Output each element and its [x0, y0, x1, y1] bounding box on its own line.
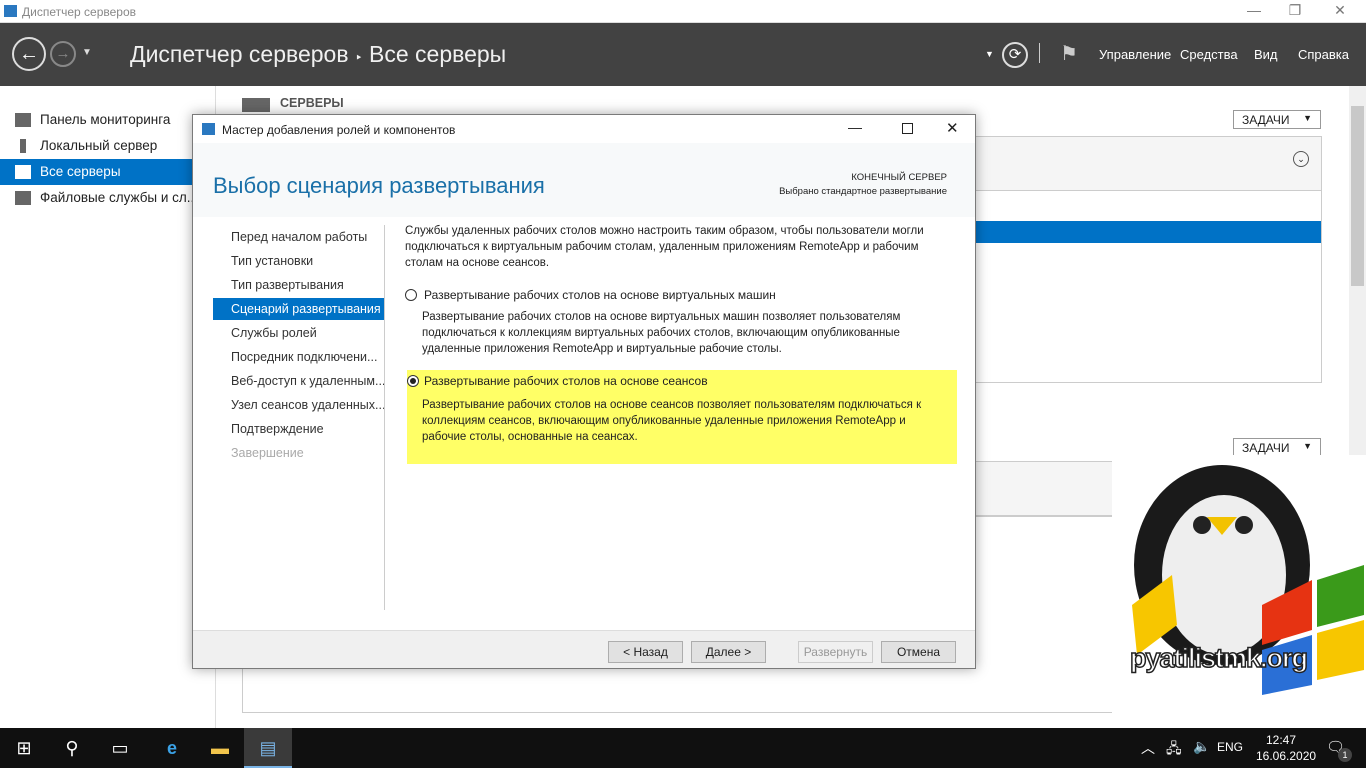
- window-titlebar: Диспетчер серверов — ❐ ✕: [0, 0, 1366, 23]
- server-icon: [20, 139, 26, 153]
- servers-icon: [15, 165, 31, 179]
- dialog-footer: < Назад Далее > Развернуть Отмена: [193, 630, 975, 668]
- back-arrow-icon[interactable]: ←: [12, 37, 46, 71]
- servers-section-icon: [242, 98, 270, 112]
- restore-button[interactable]: ❐: [1275, 2, 1315, 22]
- intro-text: Службы удаленных рабочих столов можно на…: [405, 225, 924, 269]
- window-title: Диспетчер серверов: [22, 5, 137, 19]
- dropdown-icon[interactable]: ▼: [985, 49, 994, 59]
- clock[interactable]: 12:47 16.06.2020: [1256, 732, 1317, 764]
- breadcrumb-root[interactable]: Диспетчер серверов: [130, 41, 349, 67]
- start-windows-icon[interactable]: ⊞: [0, 728, 48, 768]
- nav-session-host[interactable]: Узел сеансов удаленных...: [213, 394, 385, 416]
- nav-results: Завершение: [231, 446, 304, 460]
- option-session-desc: Развертывание рабочих столов на основе с…: [422, 399, 922, 443]
- dialog-minimize-button[interactable]: —: [848, 119, 862, 135]
- nav-web-access[interactable]: Веб-доступ к удаленным...: [213, 370, 385, 392]
- radio-vm[interactable]: [405, 289, 417, 301]
- nav-confirmation[interactable]: Подтверждение: [213, 418, 385, 440]
- internet-explorer-icon[interactable]: e: [148, 728, 196, 768]
- header-bar: ← → ▼ Диспетчер серверов ‣ Все серверы ▼…: [0, 23, 1366, 86]
- sidebar-item-all-servers[interactable]: Все серверы: [0, 159, 216, 185]
- taskbar: ⊞ ⚲ ▭ e ▬ ▤ ︿ 🖧 🔈 ENG 12:47 16.06.2020 🗨 …: [0, 728, 1366, 768]
- destination-label: КОНЕЧНЫЙ СЕРВЕР: [851, 172, 947, 183]
- breadcrumb: Диспетчер серверов ‣ Все серверы: [130, 41, 506, 68]
- penguin-logo-icon: [1132, 465, 1364, 695]
- dialog-maximize-button[interactable]: [902, 123, 913, 134]
- flag-icon[interactable]: ⚑: [1060, 41, 1078, 66]
- wizard-dialog: Мастер добавления ролей и компонентов — …: [192, 114, 976, 669]
- expand-icon[interactable]: ⌄: [1293, 151, 1309, 167]
- file-services-icon: [15, 191, 31, 205]
- destination-server: КОНЕЧНЫЙ СЕРВЕР Выбрано стандартное разве…: [779, 171, 947, 199]
- option-session-label[interactable]: Развертывание рабочих столов на основе с…: [424, 373, 708, 389]
- breadcrumb-separator: ‣: [354, 50, 363, 65]
- search-icon[interactable]: ⚲: [48, 728, 96, 768]
- dialog-titlebar: Мастер добавления ролей и компонентов — …: [193, 115, 975, 143]
- nav-installation-type[interactable]: Тип установки: [213, 250, 385, 272]
- nav-before-you-begin[interactable]: Перед началом работы: [213, 226, 385, 248]
- scrollbar-thumb[interactable]: [1351, 106, 1364, 286]
- dialog-title: Мастер добавления ролей и компонентов: [222, 123, 456, 137]
- option-vm-label[interactable]: Развертывание рабочих столов на основе в…: [424, 287, 776, 303]
- volume-muted-icon[interactable]: 🔈: [1193, 738, 1210, 755]
- time: 12:47: [1265, 733, 1297, 747]
- nav-deployment-scenario[interactable]: Сценарий развертывания: [213, 298, 385, 320]
- sidebar-item-label: Файловые службы и сл...: [40, 190, 199, 205]
- nav-deployment-type[interactable]: Тип развертывания: [213, 274, 385, 296]
- history-dropdown-icon[interactable]: ▼: [82, 47, 92, 58]
- menu-tools[interactable]: Средства: [1180, 47, 1238, 62]
- menu-manage[interactable]: Управление: [1099, 47, 1171, 62]
- sidebar-item-label: Панель мониторинга: [40, 112, 171, 127]
- destination-value: Выбрано стандартное развертывание: [779, 186, 947, 197]
- section-title: СЕРВЕРЫ: [280, 96, 344, 110]
- file-explorer-icon[interactable]: ▬: [196, 728, 244, 768]
- sidebar: Панель мониторинга Локальный сервер Все …: [0, 86, 216, 728]
- option-vm-desc: Развертывание рабочих столов на основе в…: [422, 311, 901, 355]
- nav-connection-broker[interactable]: Посредник подключени...: [213, 346, 385, 368]
- date: 16.06.2020: [1256, 749, 1317, 763]
- minimize-button[interactable]: —: [1234, 2, 1274, 22]
- show-hidden-icons[interactable]: ︿: [1141, 738, 1155, 758]
- sidebar-item-label: Локальный сервер: [40, 138, 158, 153]
- page-heading: Выбор сценария развертывания: [213, 173, 545, 198]
- wizard-icon: [202, 123, 215, 135]
- app-icon: [4, 5, 17, 17]
- cancel-button[interactable]: Отмена: [881, 641, 956, 663]
- menu-help[interactable]: Справка: [1298, 47, 1349, 62]
- watermark-text: pyatilistmk.org: [1129, 642, 1309, 674]
- forward-arrow-icon[interactable]: →: [50, 41, 76, 67]
- sidebar-item-dashboard[interactable]: Панель мониторинга: [0, 107, 216, 133]
- task-view-icon[interactable]: ▭: [96, 728, 144, 768]
- tasks-dropdown[interactable]: ЗАДАЧИ ▼: [1233, 110, 1321, 129]
- sidebar-item-file-services[interactable]: Файловые службы и сл...: [0, 185, 216, 211]
- radio-session[interactable]: [407, 375, 419, 387]
- back-button[interactable]: < Назад: [608, 641, 683, 663]
- watermark-logo: pyatilistmk.org: [1112, 455, 1366, 728]
- tasks-label: ЗАДАЧИ: [1242, 113, 1290, 127]
- close-button[interactable]: ✕: [1320, 2, 1360, 22]
- network-warning-icon[interactable]: 🖧: [1166, 738, 1182, 762]
- refresh-icon[interactable]: ⟳: [1002, 42, 1028, 68]
- tasks-label: ЗАДАЧИ: [1242, 441, 1290, 455]
- breadcrumb-current: Все серверы: [369, 41, 507, 67]
- nav-separator: [384, 225, 385, 610]
- dialog-header: Выбор сценария развертывания КОНЕЧНЫЙ СЕ…: [193, 143, 975, 217]
- dashboard-icon: [15, 113, 31, 127]
- deploy-button: Развернуть: [798, 641, 873, 663]
- sidebar-item-local-server[interactable]: Локальный сервер: [0, 133, 216, 159]
- nav-role-services[interactable]: Службы ролей: [213, 322, 385, 344]
- language-indicator[interactable]: ENG: [1217, 740, 1243, 754]
- highlighted-option: Развертывание рабочих столов на основе с…: [407, 370, 957, 464]
- divider: [1039, 43, 1040, 63]
- dialog-close-button[interactable]: ✕: [946, 119, 959, 137]
- next-button[interactable]: Далее >: [691, 641, 766, 663]
- server-manager-taskbar-icon[interactable]: ▤: [244, 728, 292, 768]
- sidebar-item-label: Все серверы: [40, 164, 121, 179]
- notification-count: 1: [1338, 748, 1352, 762]
- menu-view[interactable]: Вид: [1254, 47, 1278, 62]
